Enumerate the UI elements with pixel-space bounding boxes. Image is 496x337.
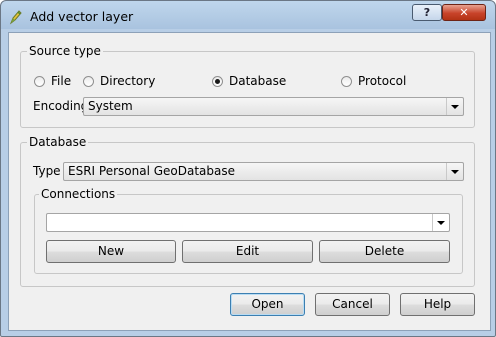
database-type-value: ESRI Personal GeoDatabase [68,164,235,178]
radio-directory[interactable]: Directory [83,74,155,88]
radio-indicator-checked [212,75,223,87]
radio-file-label: File [51,74,72,88]
connections-title: Connections [39,187,118,201]
radio-indicator [34,75,45,87]
radio-protocol-label: Protocol [358,74,407,88]
radio-database[interactable]: Database [212,74,286,88]
encoding-label: Encoding [33,99,89,113]
source-type-title: Source type [27,44,103,58]
connections-select[interactable] [46,213,450,232]
radio-indicator [83,75,94,87]
radio-directory-label: Directory [100,74,156,88]
help-icon: ? [423,6,431,19]
window-title: Add vector layer [30,9,134,24]
type-label: Type [33,164,61,178]
title-bar[interactable]: Add vector layer ? ✕ [1,1,495,31]
help-button[interactable]: Help [400,293,475,316]
chevron-down-icon [446,98,463,115]
database-group: Database Type ESRI Personal GeoDatabase … [20,135,475,287]
qgis-pencil-icon [9,10,22,25]
radio-database-label: Database [229,74,287,88]
edit-connection-button[interactable]: Edit [182,240,313,263]
connections-group: Connections New Edit Delete [34,187,463,274]
chevron-down-icon [432,214,449,231]
title-help-button[interactable]: ? [412,4,442,21]
new-connection-button[interactable]: New [46,240,176,263]
open-button[interactable]: Open [230,293,305,316]
cancel-button[interactable]: Cancel [315,293,390,316]
dialog-client-area: Source type File Directory Database Prot… [8,32,491,331]
radio-indicator [341,75,352,87]
close-icon: ✕ [459,6,469,19]
radio-file[interactable]: File [34,74,71,88]
encoding-value: System [88,99,133,113]
dialog-window: Add vector layer ? ✕ Source type File Di… [0,0,496,337]
radio-protocol[interactable]: Protocol [341,74,406,88]
delete-connection-button[interactable]: Delete [319,240,450,263]
database-type-select[interactable]: ESRI Personal GeoDatabase [63,162,464,181]
title-close-button[interactable]: ✕ [442,4,486,21]
chevron-down-icon [446,163,463,180]
database-title: Database [27,135,89,149]
encoding-select[interactable]: System [83,97,464,116]
source-type-group: Source type File Directory Database Prot… [20,44,475,128]
